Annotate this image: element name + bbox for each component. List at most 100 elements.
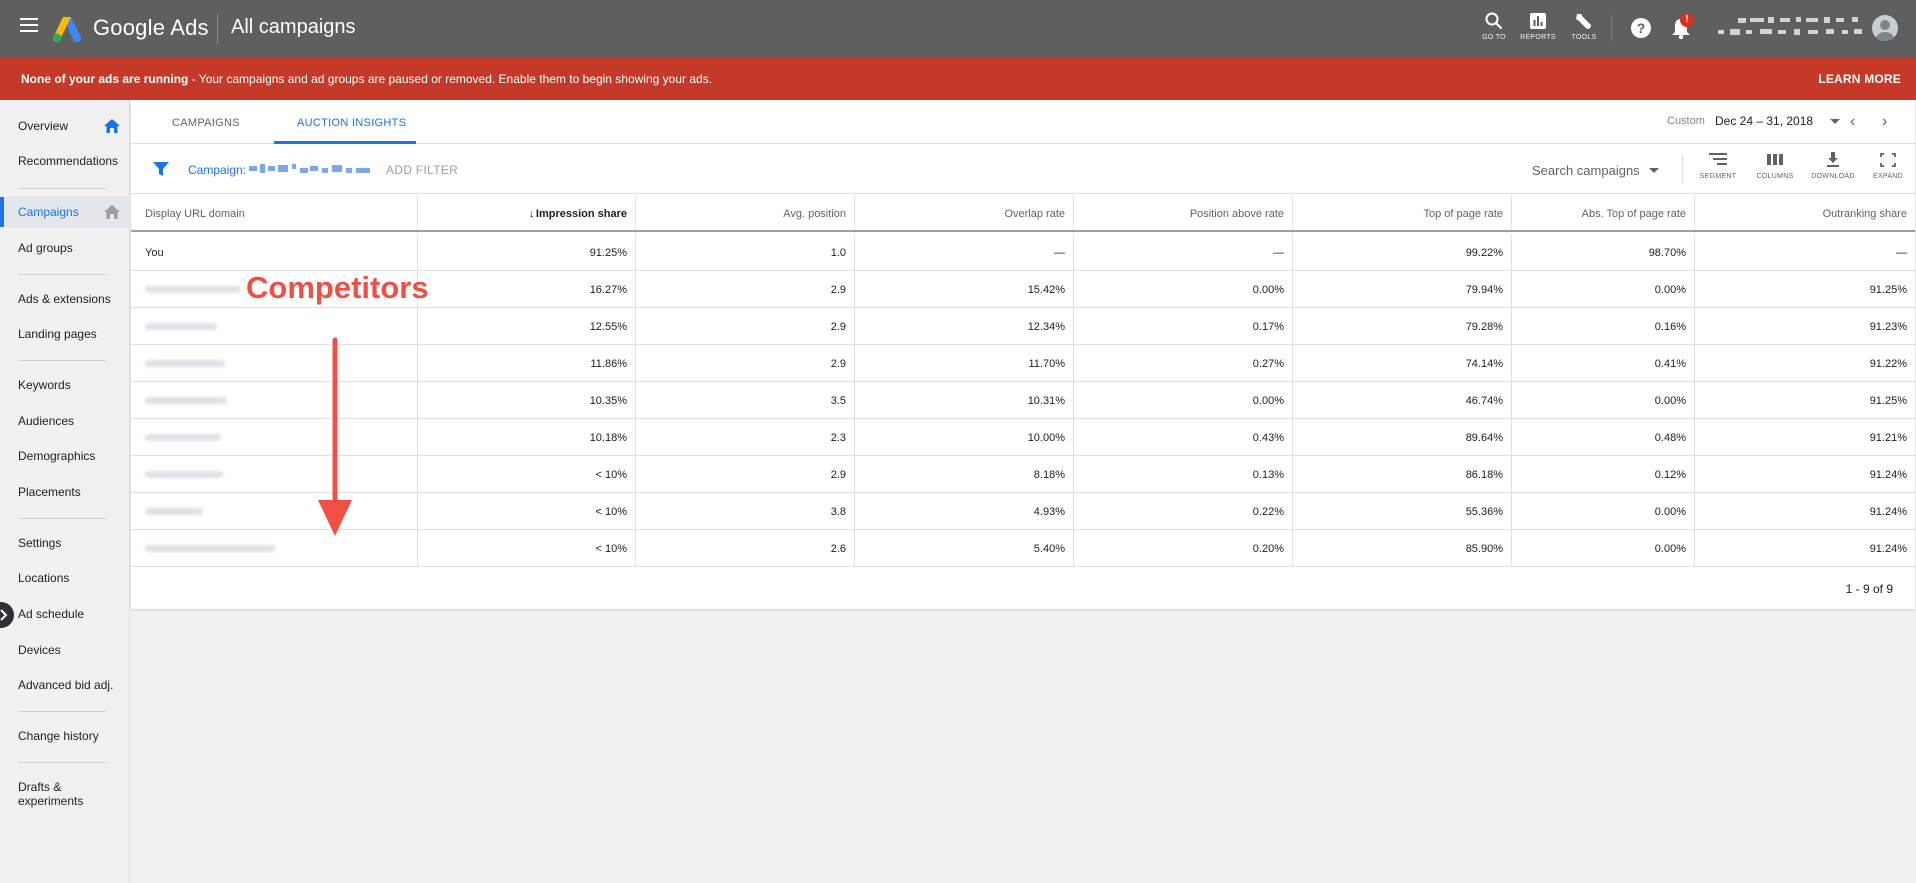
column-header-abs-top-of-page-rate[interactable]: Abs. Top of page rate (1512, 195, 1695, 230)
columns-button[interactable]: COLUMNS (1751, 152, 1799, 180)
search-campaigns-select[interactable]: Search campaigns (1532, 163, 1640, 178)
segment-label: SEGMENT (1699, 173, 1737, 180)
metric-value: 98.70% (1648, 247, 1686, 259)
competitors-annotation: Competitors (246, 270, 429, 305)
column-header-label: Avg. position (783, 208, 846, 220)
sidebar-item-overview[interactable]: Overview (0, 111, 130, 141)
metric-cell: 0.00% (1512, 530, 1695, 566)
table-row[interactable]: < 10% 2.9 8.18% 0.13% 86.18% 0.12% 91.24% (131, 456, 1915, 493)
goto-button[interactable]: GO TO (1474, 12, 1514, 41)
column-header-overlap-rate[interactable]: Overlap rate (855, 195, 1074, 230)
chevron-left-icon[interactable]: ‹ (1850, 113, 1855, 131)
table-row[interactable]: You 91.25% 1.0 — — 99.22% 98.70% — (131, 234, 1915, 271)
metric-cell: 11.70% (855, 345, 1074, 381)
metric-value: 12.55% (589, 321, 627, 333)
table-row[interactable]: < 10% 2.6 5.40% 0.20% 85.90% 0.00% 91.24% (131, 530, 1915, 567)
metric-value: — (1273, 247, 1284, 259)
metric-cell: 74.14% (1293, 345, 1512, 381)
tools-button[interactable]: TOOLS (1564, 12, 1604, 41)
add-filter-button[interactable]: ADD FILTER (386, 163, 458, 177)
column-header-impression-share[interactable]: ↓ Impression share (418, 195, 636, 230)
alert-banner: None of your ads are running - Your camp… (0, 58, 1916, 100)
chevron-right-icon[interactable]: › (1882, 113, 1887, 131)
sidebar-item-landing-pages[interactable]: Landing pages (0, 319, 130, 349)
sidebar-item-settings[interactable]: Settings (0, 528, 130, 558)
sidebar-divider (18, 711, 106, 712)
menu-icon[interactable] (20, 18, 38, 32)
table-row[interactable]: 10.35% 3.5 10.31% 0.00% 46.74% 0.00% 91.25% (131, 382, 1915, 419)
column-header-avg-position[interactable]: Avg. position (636, 195, 855, 230)
sidebar-divider (18, 360, 106, 361)
metric-cell: 3.5 (636, 382, 855, 418)
account-info-redacted[interactable] (1712, 14, 1886, 42)
chevron-down-icon[interactable] (1649, 168, 1659, 173)
sidebar-item-advanced-bid-adj[interactable]: Advanced bid adj. (0, 670, 130, 700)
help-icon[interactable]: ? (1631, 18, 1651, 38)
metric-cell: 5.40% (855, 530, 1074, 566)
domain-cell (131, 308, 418, 344)
metric-value: 3.8 (830, 506, 846, 518)
banner-message: None of your ads are running - Your camp… (21, 72, 712, 86)
column-header-domain[interactable]: Display URL domain (131, 195, 418, 230)
metric-value: 74.14% (1465, 358, 1503, 370)
tab-auction-insights[interactable]: AUCTION INSIGHTS (297, 117, 406, 129)
metric-value: 79.28% (1465, 321, 1503, 333)
metric-value: < 10% (595, 469, 628, 481)
metric-value: 10.35% (589, 395, 627, 407)
sidebar-item-change-history[interactable]: Change history (0, 721, 130, 751)
date-range-picker[interactable]: Dec 24 – 31, 2018 (1715, 114, 1813, 128)
learn-more-button[interactable]: LEARN MORE (1818, 72, 1901, 86)
column-header-position-above-rate[interactable]: Position above rate (1074, 195, 1293, 230)
metric-cell: 0.20% (1074, 530, 1293, 566)
sidebar-item-drafts-experiments[interactable]: Drafts & experiments (0, 772, 130, 812)
metric-cell: 4.93% (855, 493, 1074, 529)
tab-campaigns[interactable]: CAMPAIGNS (172, 117, 240, 129)
sidebar-item-ads-extensions[interactable]: Ads & extensions (0, 284, 130, 314)
metric-value: 10.18% (589, 432, 627, 444)
sidebar-item-ad-groups[interactable]: Ad groups (0, 233, 130, 263)
metric-value: 15.42% (1027, 284, 1065, 296)
tools-icon (1576, 14, 1591, 29)
table-row[interactable]: 11.86% 2.9 11.70% 0.27% 74.14% 0.41% 91.22% (131, 345, 1915, 382)
campaign-filter-chip[interactable]: Campaign: (188, 163, 246, 177)
redacted-domain (145, 434, 221, 441)
sidebar-item-label: Audiences (18, 414, 75, 428)
column-header-label: Position above rate (1189, 208, 1284, 220)
metric-value: 2.9 (830, 358, 846, 370)
metric-cell: 2.3 (636, 419, 855, 455)
sidebar-item-keywords[interactable]: Keywords (0, 370, 130, 400)
sidebar-item-locations[interactable]: Locations (0, 563, 130, 593)
metric-cell: 79.94% (1293, 271, 1512, 307)
sidebar-item-placements[interactable]: Placements (0, 477, 130, 507)
sidebar-item-campaigns[interactable]: Campaigns (0, 197, 130, 227)
metric-value: 0.20% (1252, 543, 1284, 555)
metric-cell: 0.22% (1074, 493, 1293, 529)
home-icon (104, 205, 120, 219)
metric-cell: < 10% (418, 530, 636, 566)
metric-value: 11.86% (590, 358, 628, 370)
chevron-down-icon[interactable] (1830, 119, 1840, 124)
table-row[interactable]: 12.55% 2.9 12.34% 0.17% 79.28% 0.16% 91.23% (131, 308, 1915, 345)
domain-cell (131, 530, 418, 566)
metric-cell: 10.31% (855, 382, 1074, 418)
sidebar-item-audiences[interactable]: Audiences (0, 406, 130, 436)
column-header-outranking-share[interactable]: Outranking share (1695, 195, 1915, 230)
segment-button[interactable]: SEGMENT (1694, 152, 1742, 180)
domain-cell (131, 419, 418, 455)
main-panel: CAMPAIGNS AUCTION INSIGHTS Custom Dec 24… (131, 100, 1915, 609)
reports-button[interactable]: REPORTS (1518, 12, 1558, 41)
table-row[interactable]: < 10% 3.8 4.93% 0.22% 55.36% 0.00% 91.24% (131, 493, 1915, 530)
sidebar-item-devices[interactable]: Devices (0, 635, 130, 665)
metric-cell: 2.9 (636, 456, 855, 492)
table-row[interactable]: 10.18% 2.3 10.00% 0.43% 89.64% 0.48% 91.21% (131, 419, 1915, 456)
sidebar-item-ad-schedule[interactable]: Ad schedule (0, 599, 130, 629)
column-header-top-of-page-rate[interactable]: Top of page rate (1293, 195, 1512, 230)
avatar[interactable] (1872, 15, 1898, 41)
download-button[interactable]: DOWNLOAD (1809, 152, 1857, 180)
expand-button[interactable]: EXPAND (1864, 152, 1912, 180)
sidebar-item-demographics[interactable]: Demographics (0, 441, 130, 471)
sidebar-item-recommendations[interactable]: Recommendations (0, 146, 130, 176)
domain-cell (131, 345, 418, 381)
metric-value: 99.22% (1465, 247, 1503, 259)
filter-icon[interactable] (153, 161, 169, 177)
